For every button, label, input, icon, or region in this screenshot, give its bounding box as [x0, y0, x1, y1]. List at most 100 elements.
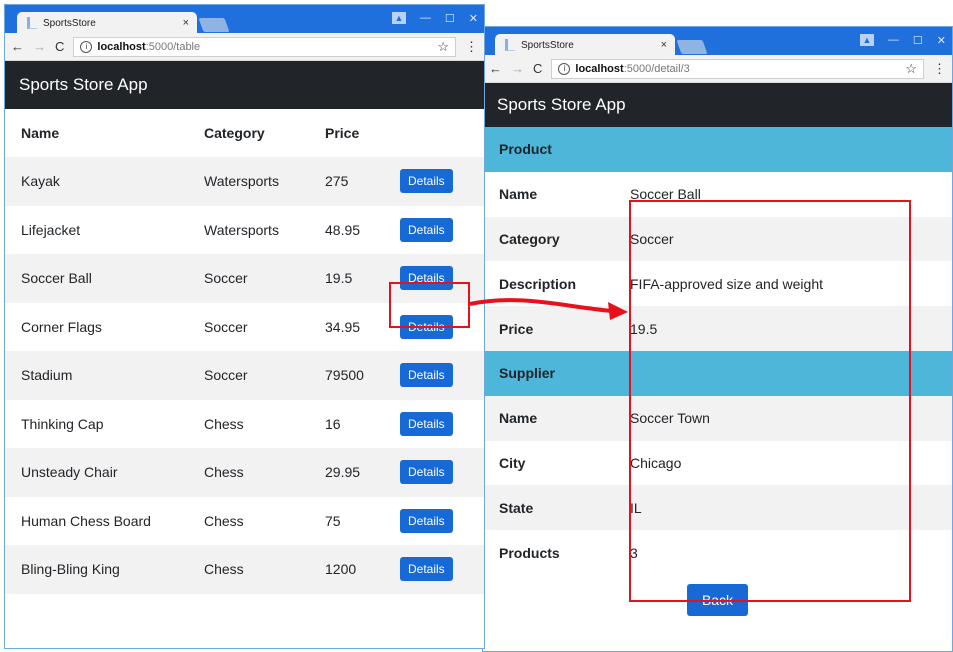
section-header-row: Product	[483, 127, 952, 172]
detail-label: City	[499, 454, 526, 471]
detail-label: Name	[499, 186, 538, 203]
cell-category: Chess	[204, 464, 244, 481]
table-row: Unsteady Chair Chess 29.95 Details	[5, 448, 484, 497]
cell-category: Chess	[204, 561, 244, 578]
cell-price: 16	[325, 415, 341, 432]
page-favicon-icon	[27, 17, 37, 29]
cell-action: Details	[400, 497, 484, 546]
minimize-icon[interactable]: —	[420, 12, 431, 24]
bookmark-star-icon[interactable]: ☆	[437, 39, 449, 55]
details-button[interactable]: Details	[400, 169, 453, 194]
cell-name: Kayak	[21, 173, 60, 190]
details-button[interactable]: Details	[400, 557, 453, 582]
maximize-icon[interactable]: ☐	[445, 12, 455, 25]
highlight-box-detail-values	[629, 200, 911, 602]
cell-action: Details	[400, 545, 484, 594]
cell-category: Soccer	[204, 270, 248, 287]
address-bar[interactable]: i localhost:5000/detail/3 ☆	[551, 58, 924, 79]
products-table: Name Category Price Kayak Watersports 27…	[5, 109, 484, 594]
minimize-icon[interactable]: —	[888, 34, 899, 46]
page-favicon-icon	[505, 39, 515, 51]
cell-price: 29.95	[325, 464, 361, 481]
info-icon[interactable]: i	[558, 62, 571, 75]
cell-price: 48.95	[325, 221, 361, 238]
table-row: Stadium Soccer 79500 Details	[5, 351, 484, 400]
app-title: Sports Store App	[497, 95, 626, 114]
table-row: Human Chess Board Chess 75 Details	[5, 497, 484, 546]
cell-name: Bling-Bling King	[21, 561, 120, 578]
back-arrow-icon[interactable]: ←	[489, 61, 502, 76]
details-button[interactable]: Details	[400, 363, 453, 388]
reload-icon[interactable]: C	[533, 61, 542, 76]
close-icon[interactable]: ✕	[937, 34, 946, 47]
app-navbar: Sports Store App	[5, 61, 484, 109]
table-row: Kayak Watersports 275 Details	[5, 157, 484, 206]
table-row: Lifejacket Watersports 48.95 Details	[5, 206, 484, 255]
browser-tab[interactable]: SportsStore ×	[17, 12, 197, 34]
details-button[interactable]: Details	[400, 217, 453, 242]
detail-label: Name	[483, 395, 630, 441]
address-bar[interactable]: i localhost:5000/table ☆	[73, 36, 456, 57]
browser-tab[interactable]: SportsStore ×	[495, 34, 675, 56]
tab-close-icon[interactable]: ×	[183, 17, 189, 29]
cell-action: Details	[400, 206, 484, 255]
maximize-icon[interactable]: ☐	[913, 34, 923, 47]
bookmark-star-icon[interactable]: ☆	[905, 61, 917, 77]
window-controls: ▲ — ☐ ✕	[859, 27, 946, 53]
cell-price: 79500	[325, 367, 364, 384]
detail-label: Description	[499, 275, 577, 292]
window-controls: ▲ — ☐ ✕	[391, 5, 478, 31]
kebab-menu-icon[interactable]: ⋮	[465, 39, 478, 55]
address-toolbar: ← → C i localhost:5000/table ☆ ⋮	[5, 33, 484, 61]
column-header-actions	[400, 109, 484, 157]
cell-category: Soccer	[204, 318, 248, 335]
cell-price: 275	[325, 173, 349, 190]
detail-label: Price	[483, 306, 630, 351]
details-button[interactable]: Details	[400, 411, 453, 436]
cell-action: Details	[400, 351, 484, 400]
cell-category: Chess	[204, 512, 244, 529]
cell-name: Human Chess Board	[21, 512, 151, 529]
user-icon[interactable]: ▲	[391, 12, 406, 24]
cell-name: Lifejacket	[21, 221, 81, 238]
close-icon[interactable]: ✕	[469, 12, 478, 25]
detail-label: Products	[499, 544, 560, 561]
forward-arrow-icon[interactable]: →	[33, 39, 46, 54]
app-title: Sports Store App	[19, 75, 148, 94]
new-tab-button[interactable]	[198, 18, 230, 32]
address-toolbar: ← → C i localhost:5000/detail/3 ☆ ⋮	[483, 55, 952, 83]
tab-title: SportsStore	[43, 17, 96, 29]
tab-close-icon[interactable]: ×	[661, 39, 667, 51]
cell-name: Unsteady Chair	[21, 464, 118, 481]
product-section-header: Product	[483, 127, 952, 172]
url-text[interactable]: localhost:5000/table	[97, 41, 432, 53]
forward-arrow-icon[interactable]: →	[511, 61, 524, 76]
cell-name: Soccer Ball	[21, 270, 92, 287]
cell-name: Stadium	[21, 367, 73, 384]
cell-category: Chess	[204, 415, 244, 432]
cell-price: 1200	[325, 561, 357, 578]
user-icon[interactable]: ▲	[859, 34, 874, 46]
details-button[interactable]: Details	[400, 508, 453, 533]
app-navbar: Sports Store App	[483, 83, 952, 127]
new-tab-button[interactable]	[676, 40, 708, 54]
url-text[interactable]: localhost:5000/detail/3	[575, 63, 900, 75]
column-header-name: Name	[21, 125, 60, 141]
cell-price: 75	[325, 512, 341, 529]
reload-icon[interactable]: C	[55, 39, 64, 54]
table-row: Bling-Bling King Chess 1200 Details	[5, 545, 484, 594]
back-arrow-icon[interactable]: ←	[11, 39, 24, 54]
cell-action: Details	[400, 448, 484, 497]
details-button[interactable]: Details	[400, 460, 453, 485]
title-bar: SportsStore × ▲ — ☐ ✕	[483, 27, 952, 56]
detail-label: State	[483, 485, 630, 531]
cell-name: Thinking Cap	[21, 415, 104, 432]
cell-action: Details	[400, 157, 484, 206]
cell-category: Soccer	[204, 367, 248, 384]
info-icon[interactable]: i	[80, 40, 93, 53]
cell-name: Corner Flags	[21, 318, 102, 335]
highlight-box-details-button	[389, 282, 470, 328]
title-bar: SportsStore × ▲ — ☐ ✕	[5, 5, 484, 34]
table-row: Thinking Cap Chess 16 Details	[5, 400, 484, 449]
kebab-menu-icon[interactable]: ⋮	[933, 61, 946, 77]
